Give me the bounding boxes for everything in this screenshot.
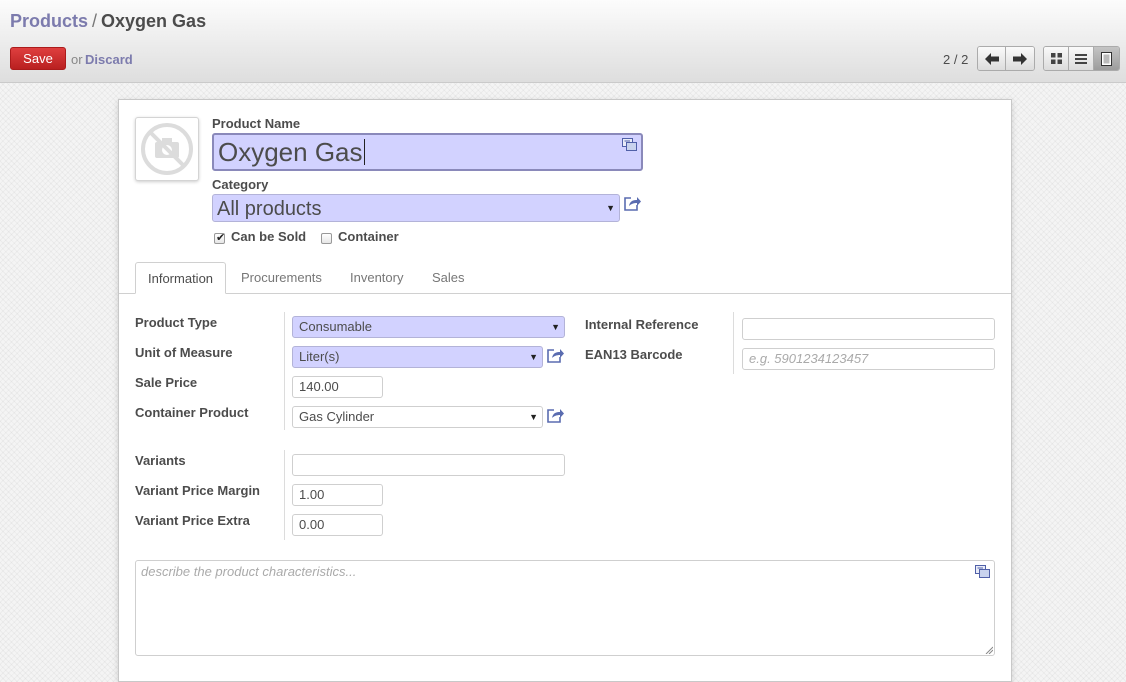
kanban-view-button[interactable]	[1044, 47, 1069, 70]
product-type-label: Product Type	[135, 315, 218, 330]
category-value: All products	[217, 198, 322, 220]
variant-price-margin-input[interactable]: 1.00	[292, 484, 383, 506]
category-select[interactable]: All products ▼	[212, 194, 620, 222]
sale-price-label: Sale Price	[135, 375, 198, 390]
product-name-value: Oxygen Gas	[218, 137, 363, 167]
tab-sales[interactable]: Sales	[420, 262, 477, 294]
unit-of-measure-select[interactable]: Liter(s) ▼	[292, 346, 543, 368]
pager-previous-button[interactable]	[978, 47, 1006, 70]
or-text: or	[71, 52, 83, 67]
field-separator	[284, 312, 285, 430]
variants-label: Variants	[135, 453, 186, 468]
can-be-sold-checkbox[interactable]: ✔	[214, 232, 226, 244]
container-checkbox[interactable]	[321, 233, 332, 244]
breadcrumb-current: Oxygen Gas	[101, 11, 207, 31]
description-placeholder: describe the product characteristics...	[141, 564, 357, 579]
list-icon	[1075, 53, 1087, 64]
dropdown-arrow-icon: ▼	[529, 352, 538, 362]
translate-icon[interactable]	[975, 565, 990, 579]
dropdown-arrow-icon: ▼	[529, 412, 538, 422]
product-image[interactable]	[135, 117, 199, 181]
save-button[interactable]: Save	[10, 47, 66, 70]
variant-price-margin-label: Variant Price Margin	[135, 483, 260, 498]
container-product-label: Container Product	[135, 405, 249, 420]
dropdown-arrow-icon: ▼	[551, 322, 560, 332]
ean13-placeholder: e.g. 5901234123457	[749, 351, 869, 366]
control-panel: Products / Oxygen Gas Save or Discard 2 / …	[0, 0, 1126, 83]
ean13-barcode-label: EAN13 Barcode	[585, 347, 683, 362]
tab-procurements[interactable]: Procurements	[229, 262, 334, 294]
product-name-input[interactable]: Oxygen Gas	[212, 133, 643, 171]
tab-inventory[interactable]: Inventory	[338, 262, 415, 294]
checkmark-icon: ✔	[216, 232, 226, 244]
translate-icon[interactable]	[622, 138, 637, 152]
view-switcher	[1043, 46, 1120, 71]
no-camera-icon	[141, 123, 193, 175]
description-textarea[interactable]: describe the product characteristics...	[135, 560, 995, 656]
pager-buttons	[977, 46, 1035, 71]
text-caret	[363, 139, 365, 165]
can-be-sold-label: Can be Sold	[231, 229, 307, 244]
product-type-select[interactable]: Consumable ▼	[292, 316, 565, 338]
breadcrumb-separator: /	[92, 11, 98, 31]
breadcrumb-products-link[interactable]: Products	[10, 11, 88, 31]
product-name-label: Product Name	[212, 116, 301, 131]
pager-value: 2 / 2	[943, 52, 969, 67]
discard-link[interactable]: Discard	[85, 52, 133, 67]
sale-price-input[interactable]: 140.00	[292, 376, 383, 398]
resize-grip-icon[interactable]	[985, 646, 993, 654]
arrow-right-icon	[1013, 52, 1027, 65]
arrow-left-icon	[984, 52, 999, 65]
container-label: Container	[338, 229, 399, 244]
ean13-barcode-input[interactable]: e.g. 5901234123457	[742, 348, 995, 370]
container-product-select[interactable]: Gas Cylinder ▼	[292, 406, 543, 428]
tab-information[interactable]: Information	[135, 262, 227, 294]
variant-price-extra-input[interactable]: 0.00	[292, 514, 383, 536]
external-link-icon[interactable]	[547, 348, 564, 363]
dropdown-arrow-icon: ▼	[606, 203, 615, 213]
internal-reference-label: Internal Reference	[585, 317, 699, 332]
form-sheet: Product Name Oxygen Gas Category All pro…	[118, 99, 1012, 682]
form-view-button[interactable]	[1094, 47, 1119, 70]
field-separator	[284, 450, 285, 540]
external-link-icon[interactable]	[624, 196, 641, 211]
pager-next-button[interactable]	[1006, 47, 1034, 70]
container-product-value: Gas Cylinder	[299, 409, 375, 424]
breadcrumb: Products / Oxygen Gas	[10, 11, 206, 32]
category-label: Category	[212, 177, 269, 192]
variant-price-extra-label: Variant Price Extra	[135, 513, 250, 528]
internal-reference-input[interactable]	[742, 318, 995, 340]
list-view-button[interactable]	[1069, 47, 1094, 70]
unit-of-measure-value: Liter(s)	[299, 349, 340, 364]
form-icon	[1101, 51, 1112, 66]
external-link-icon[interactable]	[547, 408, 564, 423]
product-type-value: Consumable	[299, 319, 372, 334]
grid-icon	[1050, 53, 1062, 64]
field-separator	[733, 312, 734, 374]
variants-input[interactable]	[292, 454, 565, 476]
unit-of-measure-label: Unit of Measure	[135, 345, 233, 360]
